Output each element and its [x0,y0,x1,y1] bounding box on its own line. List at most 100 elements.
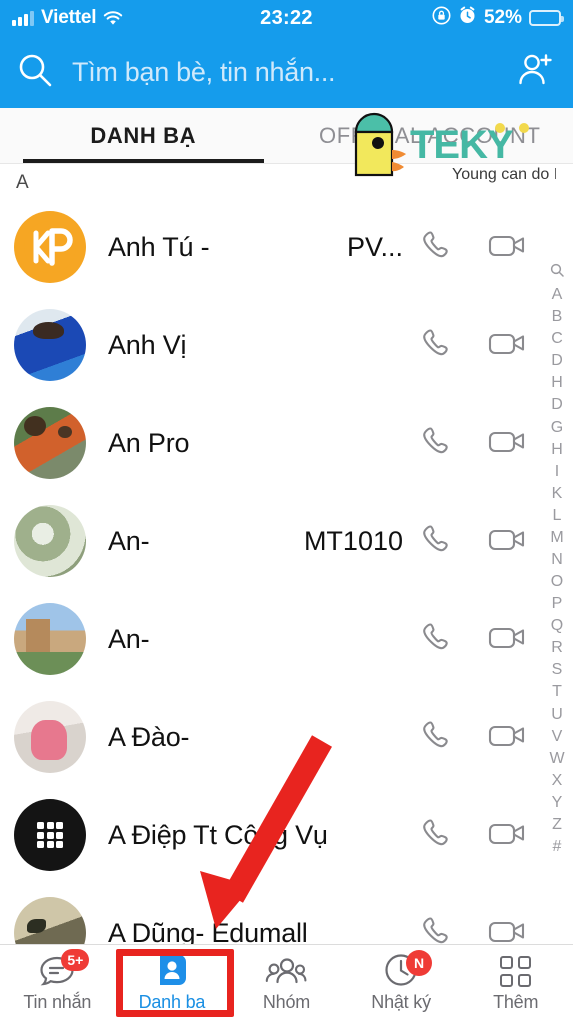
alpha-index-letter[interactable]: D [551,350,563,372]
alpha-index-letter[interactable]: H [551,372,563,394]
contact-row[interactable]: Anh Vị [0,296,573,394]
alpha-index-letter[interactable]: X [552,770,563,792]
alpha-index-letter[interactable]: W [549,748,564,770]
alpha-index-letter[interactable]: Q [551,615,563,637]
alpha-index-letter[interactable]: P [552,593,563,615]
contact-row-actions [419,324,529,367]
alpha-index-letter[interactable]: S [552,659,563,681]
alpha-index-letter[interactable]: O [551,571,563,593]
tab-danh-ba[interactable]: DANH BẠ [0,108,287,163]
nav-item-tin-nhắn[interactable]: 5+ Tin nhắn [0,945,115,1020]
video-camera-icon[interactable] [487,520,529,563]
video-camera-icon[interactable] [487,422,529,465]
alpha-index-letter[interactable]: D [551,394,563,416]
alpha-index-letter[interactable]: R [551,637,563,659]
nav-item-nhóm[interactable]: Nhóm [229,945,344,1020]
alpha-index-letter[interactable]: T [552,681,562,703]
alpha-index-letter[interactable]: M [550,527,563,549]
nav-item-label: Nhóm [262,991,311,1012]
search-bar[interactable]: Tìm bạn bè, tin nhắn... [0,36,573,108]
contact-row-main: Anh Vị [86,330,419,361]
video-camera-icon[interactable] [487,814,529,857]
avatar[interactable] [14,309,86,381]
search-input[interactable]: Tìm bạn bè, tin nhắn... [72,57,497,88]
contact-row[interactable]: A Điệp Tt Công Vụ [0,786,573,884]
clock-icon: N [384,949,433,987]
contact-row-actions [419,422,529,465]
contact-row[interactable]: An- [0,590,573,688]
contact-name: A Điệp Tt Công Vụ [108,819,328,850]
alpha-index-letter[interactable]: N [551,549,563,571]
battery-icon [529,10,564,26]
contact-row-actions [419,520,529,563]
status-bar-right: 52% [432,6,564,31]
alpha-index-letter[interactable]: # [553,836,562,858]
teky-watermark-logo: TEKY Young can do IT [348,106,568,186]
alpha-index-letter[interactable]: V [552,726,563,748]
contact-tag: MT1010 [303,525,403,556]
contact-row-actions [419,226,529,269]
phone-icon[interactable] [419,520,457,563]
avatar[interactable] [14,211,86,283]
contact-name: An- [108,525,150,556]
alpha-index-letter[interactable]: I [555,461,559,483]
avatar[interactable] [14,603,86,675]
blackberry-icon [37,822,63,848]
avatar[interactable] [14,505,86,577]
grid-more-icon [500,953,532,987]
avatar[interactable] [14,799,86,871]
alpha-index-letter[interactable]: B [552,306,563,328]
contact-tag: PV... [346,231,403,262]
contact-row-main: An- [86,624,419,655]
alpha-index-letter[interactable]: A [552,284,563,306]
alarm-icon [458,6,477,31]
contact-row[interactable]: An Pro [0,394,573,492]
alphabet-index[interactable]: A B C D H D G H I K L M N O P Q R S T U V W X Y Z # [544,262,570,858]
search-icon [16,51,54,94]
alpha-index-letter[interactable]: H [551,439,563,461]
nav-item-nhật-ký[interactable]: N Nhật ký [344,945,459,1020]
grid-more-icon [500,955,532,987]
nav-item-label: Nhật ký [371,991,431,1012]
phone-screen: Viettel 23:22 52% Tìm bạn bè, tin nhắn..… [0,0,573,1020]
contact-row-main: A Điệp Tt Công Vụ [86,820,419,851]
alpha-index-letter[interactable]: G [551,417,563,439]
contact-row[interactable]: A Đào- [0,688,573,786]
video-camera-icon[interactable] [487,324,529,367]
nav-item-label: Tin nhắn [23,991,92,1012]
contact-name: A Đào- [108,721,190,752]
alpha-index-letter[interactable]: U [551,704,563,726]
alpha-index-letter[interactable]: C [551,328,563,350]
teky-tagline-text: Young can do IT [452,166,556,183]
phone-icon[interactable] [419,814,457,857]
alpha-index-letter[interactable]: L [553,505,562,527]
alpha-index-letter[interactable]: K [552,483,563,505]
phone-icon[interactable] [419,226,457,269]
phone-icon[interactable] [419,618,457,661]
contact-row[interactable]: An- MT1010 [0,492,573,590]
contact-row-actions [419,716,529,759]
chat-bubble-icon: 5+ [39,948,90,987]
contact-row-main: A Đào- [86,722,419,753]
notification-badge: N [406,949,433,976]
contact-row-main: An Pro [86,428,419,459]
video-camera-icon[interactable] [487,618,529,661]
contact-row[interactable]: Anh Tú - PV... [0,198,573,296]
video-camera-icon[interactable] [487,716,529,759]
alpha-index-search-icon[interactable] [550,262,564,284]
phone-icon[interactable] [419,422,457,465]
contact-name: An Pro [108,427,190,458]
avatar[interactable] [14,701,86,773]
add-friend-icon[interactable] [515,49,557,96]
nav-item-thêm[interactable]: Thêm [458,945,573,1020]
group-icon [265,953,307,987]
alpha-index-letter[interactable]: Z [552,814,562,836]
video-camera-icon[interactable] [487,226,529,269]
phone-icon[interactable] [419,716,457,759]
avatar[interactable] [14,407,86,479]
nav-item-label: Thêm [493,991,539,1012]
alpha-index-letter[interactable]: Y [552,792,563,814]
phone-icon[interactable] [419,324,457,367]
contact-row-main: An- MT1010 [86,526,419,557]
contact-name: Anh Tú - [108,231,210,262]
